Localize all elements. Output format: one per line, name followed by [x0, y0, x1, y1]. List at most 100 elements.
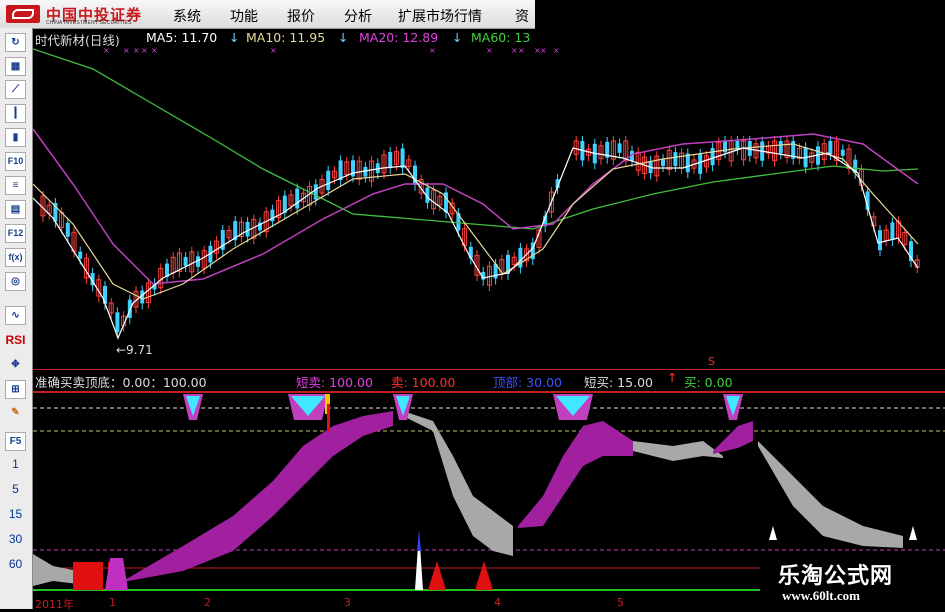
- candle-down: [735, 141, 740, 150]
- fall-area-1: [403, 411, 513, 556]
- candle-down: [661, 159, 665, 167]
- rsi-button[interactable]: RSI: [0, 333, 31, 347]
- formula-button[interactable]: f(x): [5, 248, 26, 267]
- logo-english: CHINA INVESTMENT SECURITIES: [46, 20, 132, 26]
- pencil-icon[interactable]: ✎: [5, 404, 26, 423]
- cross-marker: ×: [518, 46, 525, 55]
- red-bar: [327, 404, 330, 432]
- menu-function[interactable]: 功能: [230, 6, 258, 26]
- candle-down: [778, 141, 783, 154]
- menu-analysis[interactable]: 分析: [344, 6, 372, 26]
- candle-down: [326, 170, 331, 191]
- candle-down: [685, 153, 690, 173]
- ma20-arrow: ↓: [452, 30, 463, 45]
- date-month-1: 1: [109, 596, 116, 609]
- period-60-button[interactable]: 60: [0, 557, 31, 571]
- refresh-icon[interactable]: ↻: [5, 33, 26, 52]
- left-area: [33, 554, 78, 586]
- ma60-line: [33, 48, 919, 230]
- grid-icon[interactable]: ▦: [5, 57, 26, 76]
- candle-down: [388, 152, 393, 169]
- candle-down: [673, 152, 678, 167]
- cross-marker: ×: [429, 46, 436, 55]
- candle-down: [295, 188, 300, 209]
- kline-icon[interactable]: ▮: [5, 128, 26, 147]
- ma5-line: [33, 147, 919, 340]
- date-month-3: 3: [344, 596, 351, 609]
- menu-quote[interactable]: 报价: [287, 6, 315, 26]
- cross-marker: ×: [151, 46, 158, 55]
- candle-down: [78, 251, 83, 259]
- sell-triangle-1: [428, 561, 446, 590]
- rise-area-3: [713, 421, 753, 454]
- candle-down: [400, 148, 405, 169]
- watermark-title: 乐淘公式网: [778, 564, 894, 589]
- candle-down: [115, 312, 120, 333]
- wave-icon[interactable]: ∿: [5, 306, 26, 325]
- sell-signal-mark: S: [708, 355, 715, 368]
- period-15-button[interactable]: 15: [0, 507, 31, 521]
- pane-divider: [33, 369, 945, 370]
- cross-marker: ×: [540, 46, 547, 55]
- small-marker: [769, 526, 777, 540]
- menu-bar: 中国中投证券 CHINA INVESTMENT SECURITIES 系统 功能…: [0, 0, 535, 29]
- sell-triangle-2: [475, 561, 493, 590]
- candle-down: [617, 143, 622, 153]
- cross-marker: ×: [511, 46, 518, 55]
- candle-down: [710, 148, 715, 166]
- broker-logo: 中国中投证券 CHINA INVESTMENT SECURITIES: [6, 3, 156, 26]
- candle-down: [828, 141, 833, 155]
- candle-down: [878, 230, 882, 251]
- date-month-5: 5: [617, 596, 624, 609]
- ma5-arrow: ↓: [229, 30, 240, 45]
- cross-marker: ×: [123, 46, 130, 55]
- buy-arrow: ↑: [667, 370, 678, 385]
- candle-down: [65, 222, 70, 237]
- left-toolbar: ↻ ▦ ⟋ ┃ ▮ F10 ≡ ▤ F12 f(x) ◎ ∿ RSI ✥ ⊞ ✎…: [0, 28, 33, 609]
- price-chart[interactable]: × × × × × × × × × × × × ×: [33, 44, 945, 366]
- candle-down: [698, 153, 703, 174]
- low-price-label: ←9.71: [116, 343, 153, 357]
- candle-down: [245, 221, 250, 237]
- f5-button[interactable]: F5: [5, 432, 26, 451]
- fall-area-2: [633, 441, 723, 461]
- small-marker: [909, 526, 917, 540]
- blue-spike: [417, 531, 421, 551]
- bars-icon[interactable]: ≡: [5, 176, 26, 195]
- cross-marker: ×: [103, 46, 110, 55]
- menu-system[interactable]: 系统: [173, 6, 201, 26]
- candle-down: [313, 184, 318, 200]
- watermark: 乐淘公式网 www.60lt.com: [760, 552, 945, 609]
- move-icon[interactable]: ✥: [5, 356, 26, 375]
- period-30-button[interactable]: 30: [0, 532, 31, 546]
- period-1-button[interactable]: 1: [0, 457, 31, 471]
- f10-button[interactable]: F10: [5, 152, 26, 171]
- ma20-value: MA20: 12.89: [359, 30, 439, 45]
- cross-marker: ×: [270, 46, 277, 55]
- candle-icon[interactable]: ┃: [5, 104, 26, 123]
- buy-block: [73, 562, 103, 590]
- menu-info[interactable]: 资: [515, 6, 529, 26]
- candle-down: [840, 149, 845, 156]
- date-year: 2011年: [35, 598, 74, 611]
- rise-area-1: [123, 411, 393, 582]
- ma60-value: MA60: 13: [471, 30, 531, 45]
- cross-marker: ×: [486, 46, 493, 55]
- candle-down: [890, 222, 895, 241]
- menu-extended-market[interactable]: 扩展市场行情: [398, 6, 482, 26]
- date-month-4: 4: [494, 596, 501, 609]
- cross-marker: ×: [141, 46, 148, 55]
- ma5-value: MA5: 11.70: [146, 30, 218, 45]
- fall-area-3: [758, 441, 903, 548]
- cross-marker: ×: [133, 46, 140, 55]
- zoom-icon[interactable]: ⊞: [5, 380, 26, 399]
- ma10-arrow: ↓: [338, 30, 349, 45]
- f12-button[interactable]: F12: [5, 224, 26, 243]
- line-chart-icon[interactable]: ⟋: [5, 80, 26, 99]
- period-5-button[interactable]: 5: [0, 482, 31, 496]
- candle-down: [183, 257, 188, 266]
- search-icon[interactable]: ◎: [5, 272, 26, 291]
- logo-mark-icon: [6, 5, 40, 23]
- cross-marker: ×: [553, 46, 560, 55]
- chart-icon[interactable]: ▤: [5, 200, 26, 219]
